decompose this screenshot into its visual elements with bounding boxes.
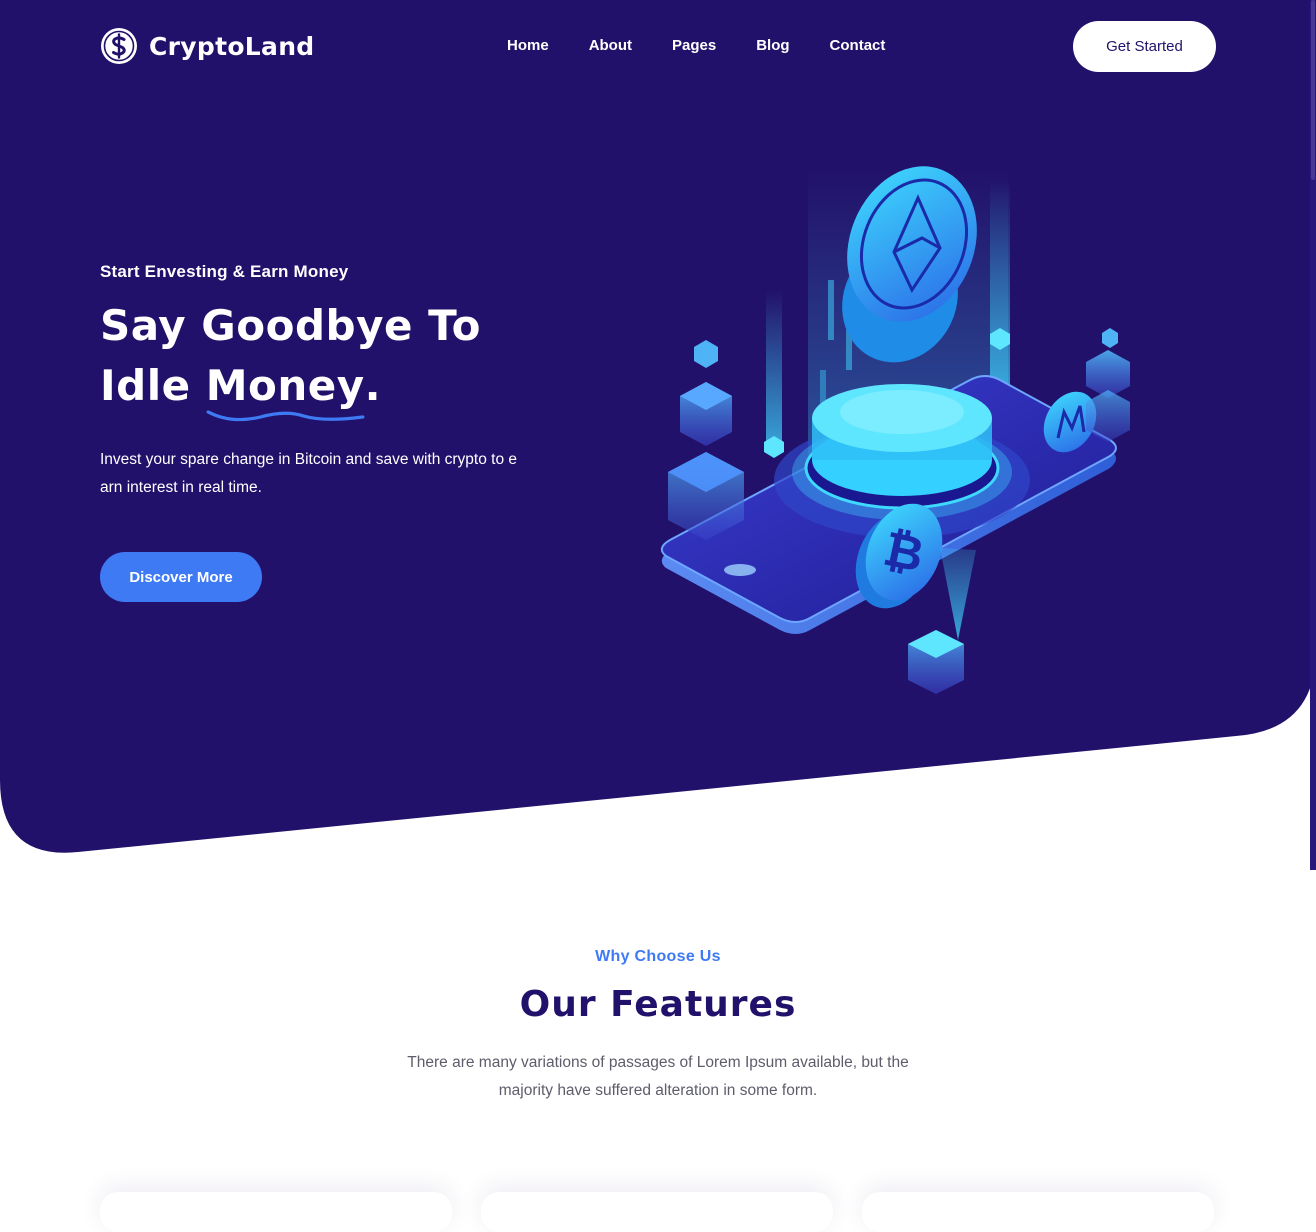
- hero-description: Invest your spare change in Bitcoin and …: [100, 451, 518, 496]
- cube-stack-icon: [668, 340, 744, 540]
- brand-logo[interactable]: CryptoLand: [100, 27, 315, 65]
- page-scrollbar[interactable]: [1310, 0, 1316, 870]
- cube-icon: [908, 630, 964, 694]
- features-description: There are many variations of passages of…: [407, 1054, 909, 1099]
- nav-pages[interactable]: Pages: [672, 37, 716, 54]
- hero-headline: Say Goodbye To Idle Money.: [100, 296, 520, 422]
- headline-period: .: [364, 361, 382, 410]
- features-title: Our Features: [519, 984, 797, 1025]
- features-eyebrow: Why Choose Us: [595, 948, 721, 965]
- headline-line-2-start: Idle: [100, 361, 206, 410]
- main-nav: Home About Pages Blog Contact: [507, 37, 885, 54]
- crypto-phone-illustration: ₿: [660, 166, 1130, 694]
- nav-blog[interactable]: Blog: [756, 37, 789, 54]
- cube-icon-right: [1086, 328, 1130, 442]
- underline-swoosh-icon: [206, 410, 365, 422]
- feature-card[interactable]: [100, 1192, 452, 1232]
- headline-highlight-word: Money: [205, 361, 365, 410]
- hero-content: Start Envesting & Earn Money Say Goodbye…: [100, 262, 520, 502]
- nav-contact[interactable]: Contact: [830, 37, 886, 54]
- discover-more-button[interactable]: Discover More: [100, 552, 262, 602]
- features-section-header: Why Choose Us Our Features There are man…: [0, 948, 1316, 1105]
- headline-line-1: Say Goodbye To: [100, 301, 482, 350]
- nav-about[interactable]: About: [589, 37, 632, 54]
- hero-eyebrow: Start Envesting & Earn Money: [100, 262, 349, 281]
- feature-card[interactable]: [481, 1192, 833, 1232]
- brand-name: CryptoLand: [149, 31, 315, 61]
- nav-home[interactable]: Home: [507, 37, 549, 54]
- feature-card[interactable]: [862, 1192, 1214, 1232]
- headline-highlight: Money: [205, 356, 365, 422]
- dollar-coin-icon: [101, 28, 137, 64]
- get-started-button[interactable]: Get Started: [1073, 21, 1216, 72]
- navbar: CryptoLand Home About Pages Blog Contact…: [0, 0, 1316, 92]
